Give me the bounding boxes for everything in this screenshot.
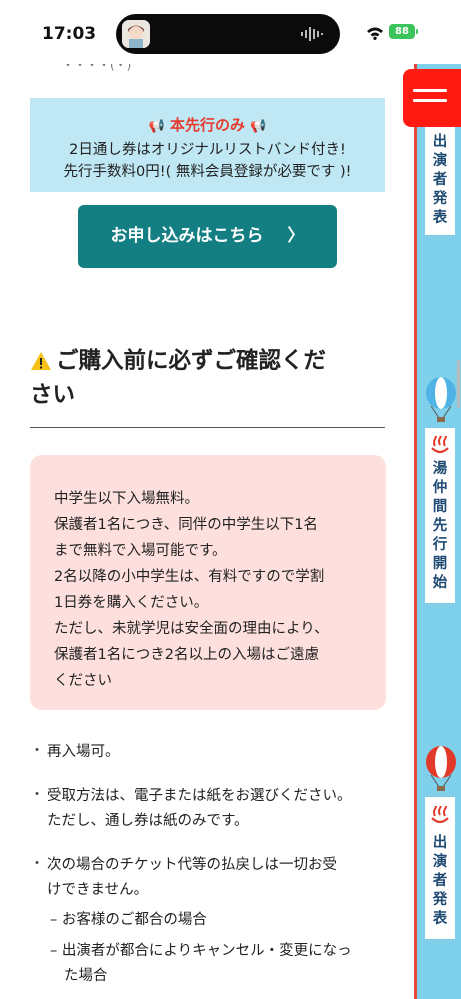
char: 行 [432, 537, 448, 553]
menu-icon [413, 89, 447, 92]
char: 演 [432, 153, 448, 169]
sub-list-item: – 出演者が都合によりキャンセル・変更になっ [50, 939, 352, 960]
char: 演 [432, 854, 448, 870]
char: 発 [432, 892, 448, 908]
char: 出 [432, 134, 448, 150]
notice-line-1: 2日通し券はオリジナルリストバンド付き! [69, 142, 346, 158]
menu-icon [413, 99, 447, 102]
warning-icon [31, 352, 51, 370]
menu-button[interactable] [403, 69, 461, 127]
char: 間 [432, 499, 448, 515]
balloon-icon [426, 746, 456, 791]
scrollbar[interactable] [457, 360, 460, 408]
notice-text-line: 保護者1名につき、同伴の中学生以下1名 [54, 517, 318, 533]
notice-title: 📢 本先行のみ 📢 [30, 114, 385, 135]
side-nav-edge [414, 64, 417, 999]
notice-text-line: ただし、未就学児は安全面の理由により、 [54, 621, 329, 637]
chevron-right-icon: 〉 [287, 226, 305, 246]
list-item: 受取方法は、電子または紙をお選びください。 [47, 788, 352, 804]
char: 表 [432, 911, 448, 927]
apply-button-label: お申し込みはこちら [110, 226, 264, 246]
list-item-cont: ただし、通し券は紙のみです。 [47, 813, 249, 829]
char: 仲 [432, 480, 448, 496]
megaphone-icon: 📢 [250, 119, 267, 134]
char: 表 [432, 210, 448, 226]
child-admission-notice: 中学生以下入場無料。 保護者1名につき、同伴の中学生以下1名 まで無料で入場可能… [30, 455, 386, 710]
battery-tip [416, 29, 418, 34]
apply-button[interactable]: お申し込みはこちら 〉 [78, 205, 337, 268]
char: 者 [432, 873, 448, 889]
heading-line-2: さい [30, 382, 76, 408]
bullet-dot: ・ [30, 787, 44, 803]
notice-text-line: 中学生以下入場無料。 [54, 491, 199, 507]
dash-marker: – [50, 912, 58, 928]
notice-title-text: 本先行のみ [169, 116, 245, 134]
sub-list-item-cont: た場合 [64, 968, 108, 984]
char: 開 [432, 556, 448, 572]
status-time: 17:03 [42, 24, 97, 44]
dynamic-island[interactable] [116, 14, 340, 54]
hot-spring-icon [431, 806, 449, 824]
list-item-cont: けできません。 [47, 882, 149, 898]
list-item: 再入場可。 [47, 744, 120, 760]
notice-text-line: 保護者1名につき2名以上の入場はご遠慮 [54, 647, 319, 663]
notice-text-line: 2名以降の小中学生は、有料ですので学割 [54, 569, 325, 585]
avatar [122, 20, 150, 48]
notice-text-line: ください [54, 673, 112, 689]
wifi-icon [367, 27, 383, 40]
audio-wave-icon [301, 27, 323, 41]
list-item: 次の場合のチケット代等の払戻しは一切お受 [47, 857, 337, 873]
bullet-dot: ・ [30, 743, 44, 759]
bullet-dot: ・ [30, 856, 44, 872]
sub-list-item: – お客様のご都合の場合 [50, 908, 207, 929]
side-tab-label: 出 演 者 発 表 [425, 133, 455, 228]
side-tab-label: 出 演 者 発 表 [425, 834, 455, 929]
notice-line-2: 先行手数料0円!( 無料会員登録が必要です )! [63, 164, 352, 180]
heading-line-1: ご購入前に必ずご確認くだ [56, 348, 327, 374]
sub-item-text: 出演者が都合によりキャンセル・変更になっ [61, 943, 352, 959]
sub-item-text: お客様のご都合の場合 [61, 912, 207, 928]
char: 湯 [432, 461, 448, 477]
char: 先 [432, 518, 448, 534]
section-heading: ご購入前に必ずご確認くだ さい [30, 344, 380, 412]
char: 出 [432, 835, 448, 851]
char: 者 [432, 172, 448, 188]
dash-marker: – [50, 943, 58, 959]
char: 発 [432, 191, 448, 207]
notice-text-line: まで無料で入場可能です。 [54, 543, 227, 559]
divider [30, 427, 385, 428]
hot-spring-icon [431, 436, 449, 454]
status-bar: 17:03 88 [0, 0, 461, 64]
notice-text-line: 1日券を購入ください。 [54, 595, 209, 611]
char: 始 [432, 575, 448, 591]
side-tab-label: 湯 仲 間 先 行 開 始 [425, 460, 455, 593]
presale-notice: 📢 本先行のみ 📢 2日通し券はオリジナルリストバンド付き! 先行手数料0円!(… [30, 98, 385, 192]
megaphone-icon: 📢 [148, 119, 165, 134]
balloon-icon [426, 377, 456, 422]
battery-indicator: 88 [389, 24, 415, 39]
